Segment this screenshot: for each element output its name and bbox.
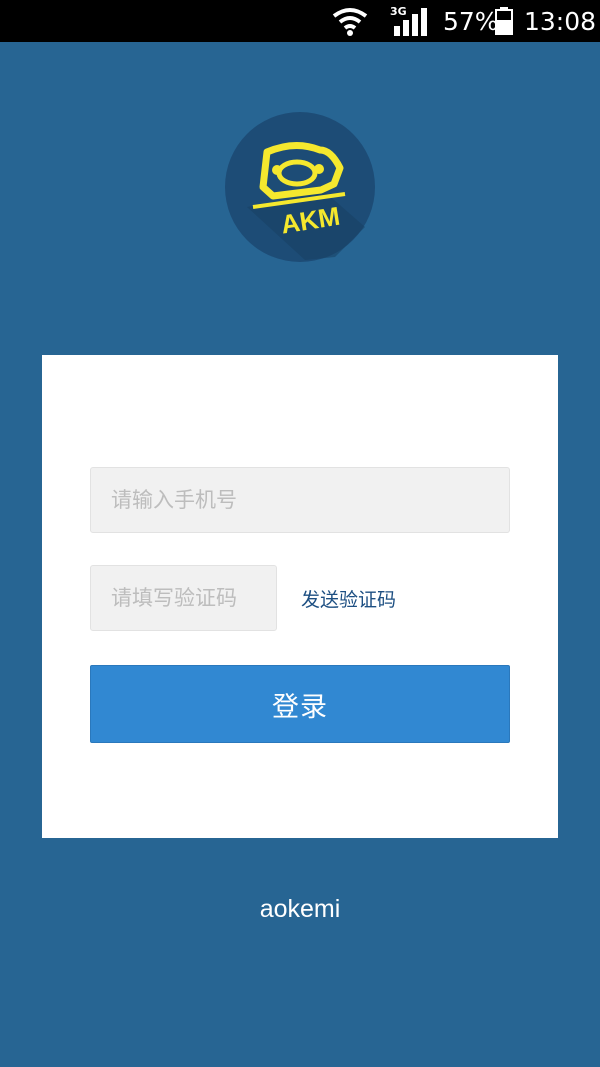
wifi-icon	[330, 0, 370, 42]
login-card: 发送验证码 登录	[42, 355, 558, 838]
status-time: 13:08	[524, 6, 597, 36]
verification-code-input[interactable]	[90, 565, 277, 631]
phone-input[interactable]	[90, 467, 510, 533]
signal-icon	[388, 0, 434, 42]
footer-brand: aokemi	[259, 895, 341, 923]
send-code-link[interactable]: 发送验证码	[301, 585, 396, 612]
battery-percent: 57%	[443, 6, 499, 36]
status-bar: 3G 57% 13:08	[0, 0, 600, 42]
akm-logo-icon: AKM	[225, 112, 375, 262]
login-button[interactable]: 登录	[90, 665, 510, 743]
battery-icon	[494, 0, 514, 42]
